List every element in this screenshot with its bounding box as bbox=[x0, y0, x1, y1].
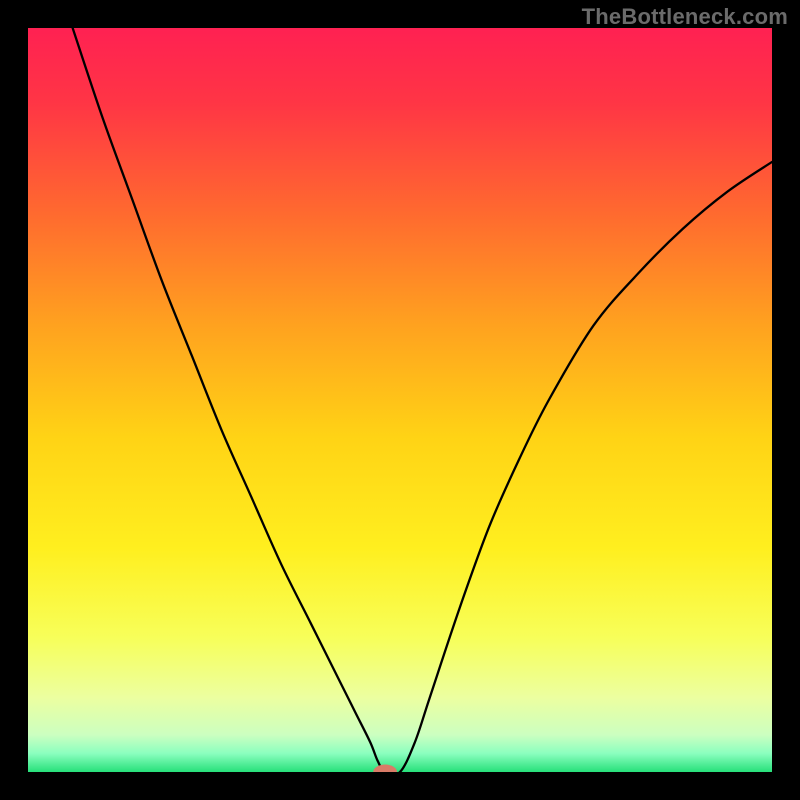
bottleneck-chart bbox=[28, 28, 772, 772]
chart-frame: TheBottleneck.com bbox=[0, 0, 800, 800]
gradient-background bbox=[28, 28, 772, 772]
watermark-text: TheBottleneck.com bbox=[582, 4, 788, 30]
